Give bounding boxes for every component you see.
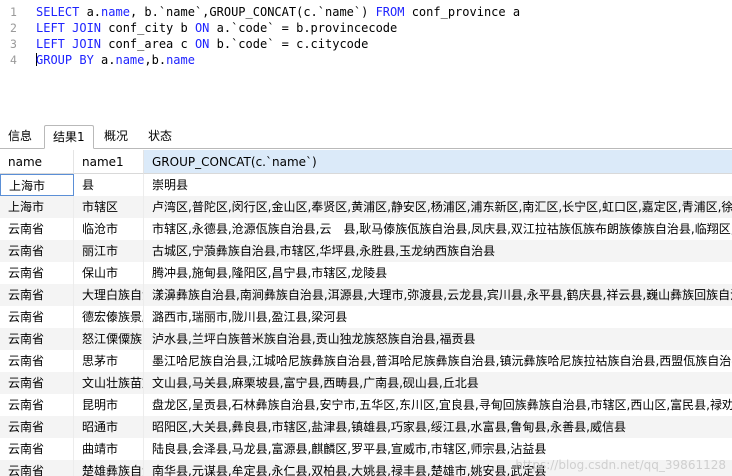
cell-name[interactable]: 云南省 bbox=[0, 306, 74, 328]
watermark: https://blog.csdn.net/qq_39861128 bbox=[515, 458, 726, 472]
sql-editor[interactable]: 1 SELECT a.name, b.`name`,GROUP_CONCAT(c.… bbox=[0, 0, 732, 113]
cell-group-concat[interactable]: 潞西市,瑞丽市,陇川县,盈江县,梁河县 bbox=[144, 306, 732, 328]
cell-name[interactable]: 云南省 bbox=[0, 240, 74, 262]
tab-result1[interactable]: 结果1 bbox=[44, 125, 94, 149]
line-number: 3 bbox=[10, 37, 17, 51]
cell-name[interactable]: 云南省 bbox=[0, 328, 74, 350]
cell-name[interactable]: 云南省 bbox=[0, 372, 74, 394]
cell-group-concat[interactable]: 盘龙区,呈贡县,石林彝族自治县,安宁市,五华区,东川区,宜良县,寻甸回族彝族自治… bbox=[144, 394, 732, 416]
code-line[interactable]: 2 LEFT JOIN conf_city b ON a.`code` = b.p… bbox=[0, 20, 732, 36]
sql-token: b.`code` = c.citycode bbox=[209, 37, 369, 51]
table-row[interactable]: 上海市 市辖区 卢湾区,普陀区,闵行区,金山区,奉贤区,黄浦区,静安区,杨浦区,浦东… bbox=[0, 196, 732, 218]
cell-name1[interactable]: 文山壮族苗族自治州 bbox=[74, 372, 144, 394]
cell-name1[interactable]: 昆明市 bbox=[74, 394, 144, 416]
code-text: LEFT JOIN conf_city b ON a.`code` = b.pr… bbox=[36, 20, 397, 36]
cell-name1[interactable]: 思茅市 bbox=[74, 350, 144, 372]
code-line[interactable]: 3 LEFT JOIN conf_area c ON b.`code` = c.c… bbox=[0, 36, 732, 52]
table-row[interactable]: 云南省大理白族自治州漾濞彝族自治县,南涧彝族自治县,洱源县,大理市,弥渡县,云龙… bbox=[0, 284, 732, 306]
sql-token: conf_city b bbox=[101, 21, 195, 35]
column-header-group-concat[interactable]: GROUP_CONCAT(c.`name`) bbox=[144, 150, 732, 174]
cell-name1[interactable]: 临沧市 bbox=[74, 218, 144, 240]
cell-name[interactable]: 云南省 bbox=[0, 284, 74, 306]
sql-keyword: FROM bbox=[375, 5, 405, 19]
sql-token: , b.`name`,GROUP_CONCAT(c.`name`) bbox=[129, 5, 376, 19]
cell-group-concat[interactable]: 腾冲县,施甸县,隆阳区,昌宁县,市辖区,龙陵县 bbox=[144, 262, 732, 284]
cell-group-concat[interactable]: 墨江哈尼族自治县,江城哈尼族彝族自治县,普洱哈尼族彝族自治县,镇沅彝族哈尼族拉祜… bbox=[144, 350, 732, 372]
column-header-name1[interactable]: name1 bbox=[74, 150, 144, 174]
result-tabs: 信息 结果1 概况 状态 bbox=[0, 122, 732, 149]
sql-token: a. bbox=[86, 5, 102, 19]
line-number: 1 bbox=[10, 5, 17, 19]
cell-name[interactable]: 云南省 bbox=[0, 438, 74, 460]
table-row[interactable]: 云南省德宏傣族景颇族自治州潞西市,瑞丽市,陇川县,盈江县,梁河县 bbox=[0, 306, 732, 328]
cell-name1[interactable]: 市辖区 bbox=[74, 196, 144, 218]
table-row[interactable]: 云南省 临沧市 市辖区,永德县,沧源佤族自治县,云 县,耿马傣族佤族自治县,凤庆县,… bbox=[0, 218, 732, 240]
table-row[interactable]: 云南省 曲靖市 陆良县,会泽县,马龙县,富源县,麒麟区,罗平县,宣威市,市辖区,师宗… bbox=[0, 438, 732, 460]
cell-name[interactable]: 云南省 bbox=[0, 218, 74, 240]
cell-name1[interactable]: 县 bbox=[74, 174, 144, 196]
code-text: LEFT JOIN conf_area c ON b.`code` = c.ci… bbox=[36, 36, 368, 52]
cell-group-concat[interactable]: 文山县,马关县,麻栗坡县,富宁县,西畴县,广南县,砚山县,丘北县 bbox=[144, 372, 732, 394]
table-row[interactable]: 云南省怒江傈僳族自治州泸水县,兰坪白族普米族自治县,贡山独龙族怒族自治县,福贡县 bbox=[0, 328, 732, 350]
cell-name1[interactable]: 保山市 bbox=[74, 262, 144, 284]
sql-keyword: name bbox=[101, 5, 130, 19]
cell-name1[interactable]: 德宏傣族景颇族自治州 bbox=[74, 306, 144, 328]
tab-info[interactable]: 信息 bbox=[0, 125, 40, 149]
cell-name1[interactable]: 昭通市 bbox=[74, 416, 144, 438]
table-row[interactable]: 云南省 丽江市 古城区,宁蒗彝族自治县,市辖区,华坪县,永胜县,玉龙纳西族自治县 bbox=[0, 240, 732, 262]
cell-name1[interactable]: 丽江市 bbox=[74, 240, 144, 262]
table-row[interactable]: 云南省 昆明市 盘龙区,呈贡县,石林彝族自治县,安宁市,五华区,东川区,宜良县,寻甸… bbox=[0, 394, 732, 416]
cell-name[interactable]: 上海市 bbox=[0, 196, 74, 218]
column-header-name[interactable]: name bbox=[0, 150, 74, 174]
cell-name[interactable]: 云南省 bbox=[0, 460, 74, 476]
cell-group-concat[interactable]: 卢湾区,普陀区,闵行区,金山区,奉贤区,黄浦区,静安区,杨浦区,浦东新区,南汇区… bbox=[144, 196, 732, 218]
cell-name[interactable]: 上海市 bbox=[0, 174, 74, 196]
sql-token: a. bbox=[93, 53, 116, 67]
cell-group-concat[interactable]: 市辖区,永德县,沧源佤族自治县,云 县,耿马傣族佤族自治县,凤庆县,双江拉祜族佤… bbox=[144, 218, 732, 240]
table-row[interactable]: 上海市县崇明县 bbox=[0, 174, 732, 196]
cell-name[interactable]: 云南省 bbox=[0, 262, 74, 284]
grid-header: name name1 GROUP_CONCAT(c.`name`) bbox=[0, 150, 732, 174]
sql-token: conf_province a bbox=[404, 5, 521, 19]
code-line[interactable]: 1 SELECT a.name, b.`name`,GROUP_CONCAT(c.… bbox=[0, 4, 732, 20]
tab-status[interactable]: 状态 bbox=[140, 125, 180, 149]
sql-token: conf_area c bbox=[101, 37, 195, 51]
cell-name1[interactable]: 楚雄彝族自治州 bbox=[74, 460, 144, 476]
code-text: SELECT a.name, b.`name`,GROUP_CONCAT(c.`… bbox=[36, 4, 520, 20]
table-row[interactable]: 云南省文山壮族苗族自治州文山县,马关县,麻栗坡县,富宁县,西畴县,广南县,砚山县… bbox=[0, 372, 732, 394]
cell-group-concat[interactable]: 古城区,宁蒗彝族自治县,市辖区,华坪县,永胜县,玉龙纳西族自治县 bbox=[144, 240, 732, 262]
result-grid[interactable]: name name1 GROUP_CONCAT(c.`name`) 上海市县崇明… bbox=[0, 150, 732, 476]
cell-name[interactable]: 云南省 bbox=[0, 416, 74, 438]
cell-group-concat[interactable]: 崇明县 bbox=[144, 174, 732, 196]
code-text: GROUP BY a.name,b.name bbox=[36, 52, 195, 68]
table-row[interactable]: 云南省 昭通市 昭阳区,大关县,彝良县,市辖区,盐津县,镇雄县,巧家县,绥江县,水富… bbox=[0, 416, 732, 438]
sql-token: a.`code` = b.provincecode bbox=[209, 21, 398, 35]
sql-keyword: name bbox=[115, 53, 145, 67]
sql-keyword: ON bbox=[194, 21, 210, 35]
cell-name1[interactable]: 怒江傈僳族自治州 bbox=[74, 328, 144, 350]
cell-name1[interactable]: 大理白族自治州 bbox=[74, 284, 144, 306]
cell-name[interactable]: 云南省 bbox=[0, 394, 74, 416]
table-row[interactable]: 云南省 保山市 腾冲县,施甸县,隆阳区,昌宁县,市辖区,龙陵县 bbox=[0, 262, 732, 284]
tab-overview[interactable]: 概况 bbox=[96, 125, 136, 149]
sql-keyword: ON bbox=[194, 37, 210, 51]
table-row[interactable]: 云南省 思茅市 墨江哈尼族自治县,江城哈尼族彝族自治县,普洱哈尼族彝族自治县,镇沅彝… bbox=[0, 350, 732, 372]
sql-keyword: LEFT JOIN bbox=[36, 37, 102, 51]
cell-group-concat[interactable]: 漾濞彝族自治县,南涧彝族自治县,洱源县,大理市,弥渡县,云龙县,宾川县,永平县,… bbox=[144, 284, 732, 306]
cell-name1[interactable]: 曲靖市 bbox=[74, 438, 144, 460]
sql-keyword: GROUP BY bbox=[36, 53, 94, 67]
sql-keyword: name bbox=[166, 53, 195, 67]
sql-keyword: LEFT JOIN bbox=[36, 21, 102, 35]
sql-keyword: SELECT bbox=[36, 5, 87, 19]
line-number: 4 bbox=[10, 53, 17, 67]
cell-group-concat[interactable]: 泸水县,兰坪白族普米族自治县,贡山独龙族怒族自治县,福贡县 bbox=[144, 328, 732, 350]
cell-name[interactable]: 云南省 bbox=[0, 350, 74, 372]
cell-group-concat[interactable]: 昭阳区,大关县,彝良县,市辖区,盐津县,镇雄县,巧家县,绥江县,水富县,鲁甸县,… bbox=[144, 416, 732, 438]
line-number: 2 bbox=[10, 21, 17, 35]
code-line[interactable]: 4 GROUP BY a.name,b.name bbox=[0, 52, 732, 68]
sql-token: ,b. bbox=[144, 53, 167, 67]
cell-group-concat[interactable]: 陆良县,会泽县,马龙县,富源县,麒麟区,罗平县,宣威市,市辖区,师宗县,沾益县 bbox=[144, 438, 732, 460]
